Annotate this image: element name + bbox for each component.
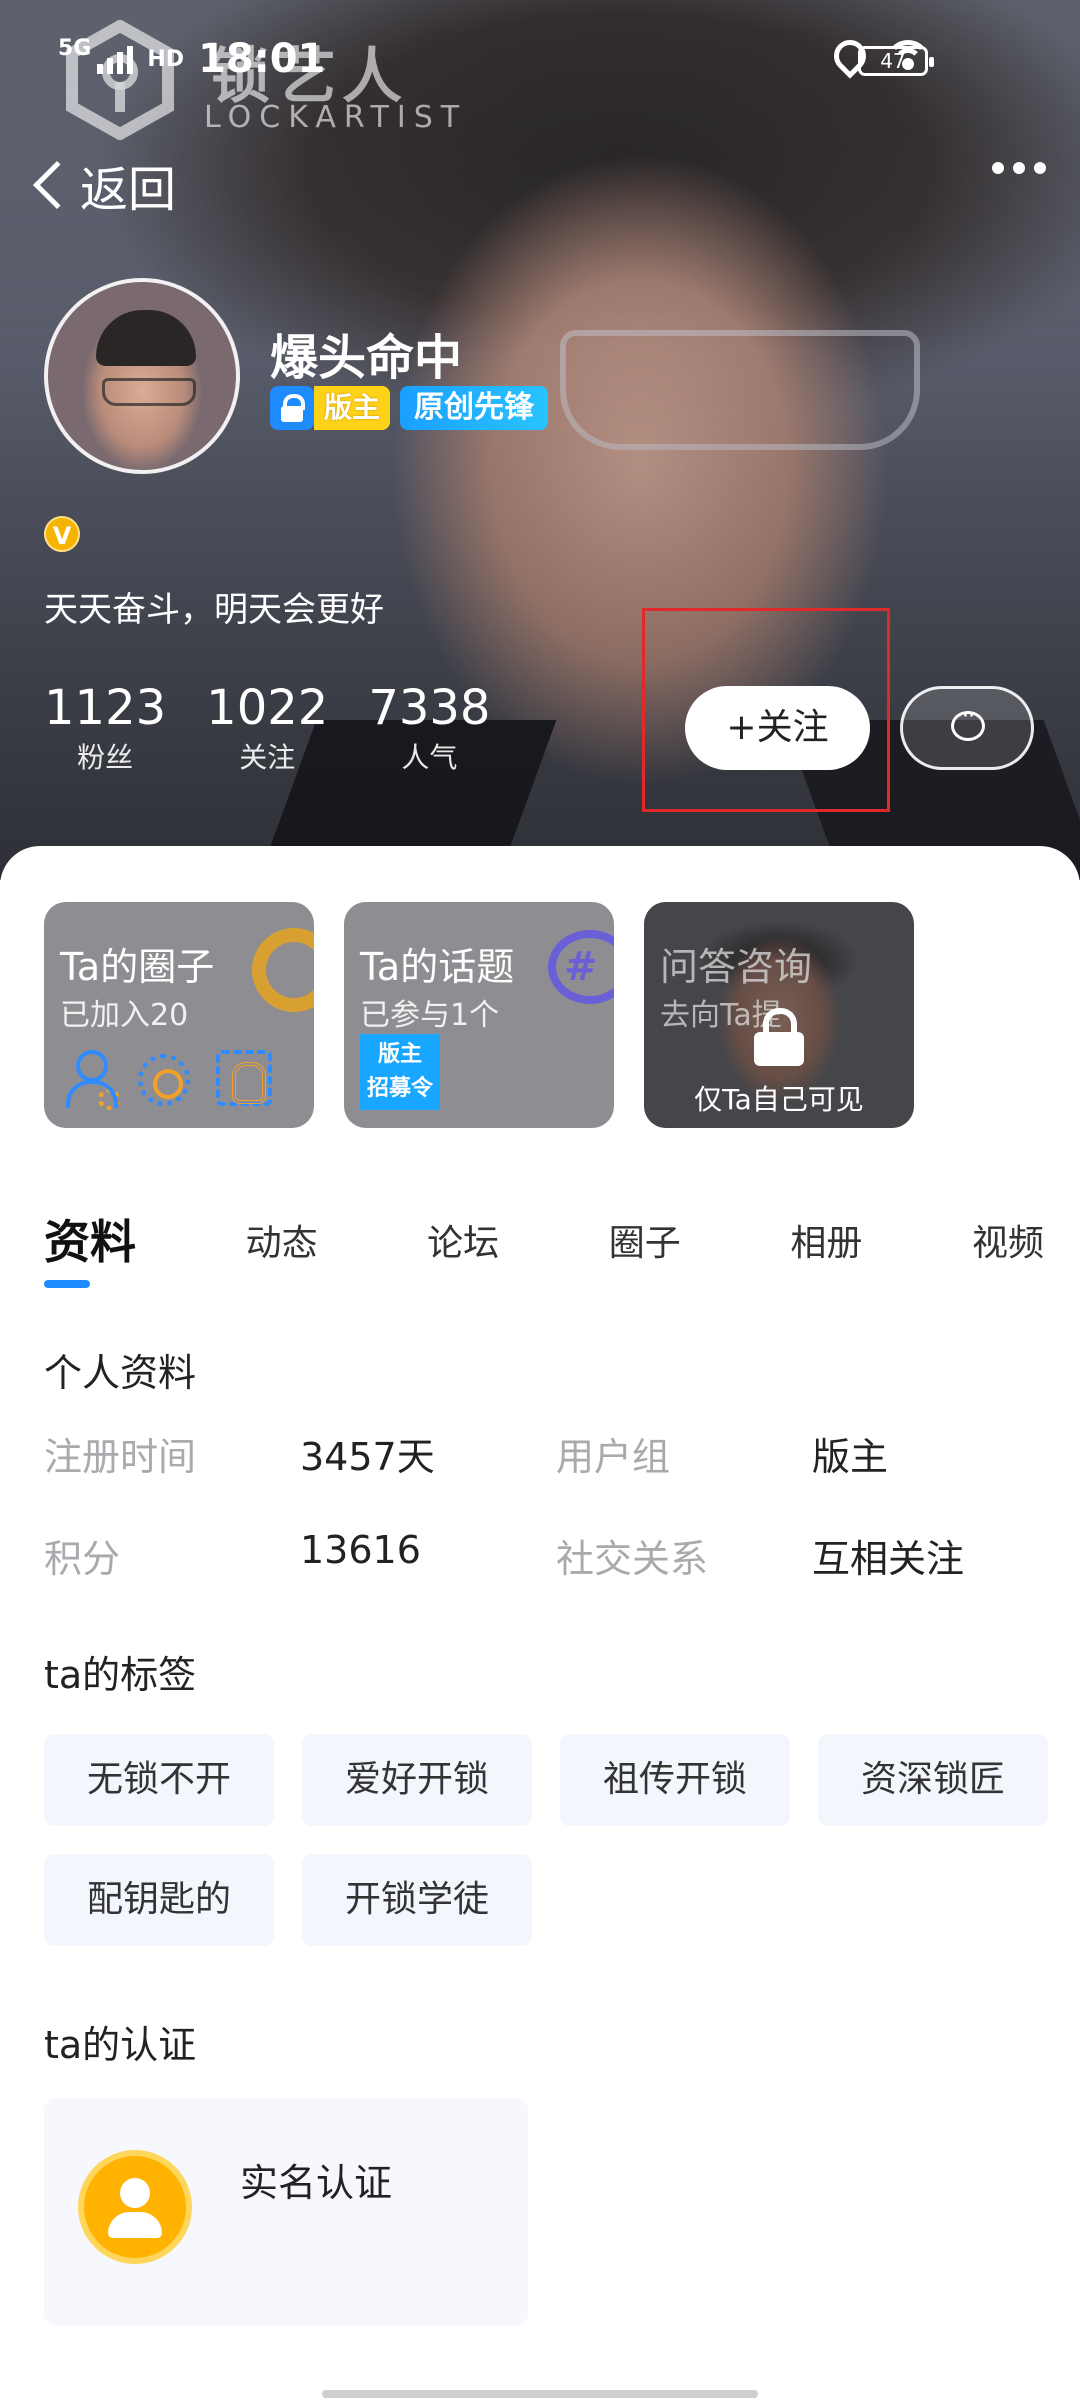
tag-item[interactable]: 无锁不开 [44, 1734, 274, 1826]
tab-video[interactable]: 视频 [972, 1214, 1044, 1294]
tab-album[interactable]: 相册 [790, 1214, 862, 1294]
chat-bubble-icon [951, 704, 985, 741]
card-qa-consult[interactable]: 问答咨询 去向Ta提 仅Ta自己可见 [644, 902, 914, 1128]
tab-forum[interactable]: 论坛 [427, 1214, 499, 1294]
user-group-key: 用户组 [556, 1435, 671, 1479]
status-bar: 5G HD 18:01 47 [0, 0, 1080, 110]
moderator-recruit-badge: 版主 招募令 [360, 1034, 440, 1110]
user-settings-icon [66, 1050, 120, 1110]
private-notice: 仅Ta自己可见 [694, 1083, 864, 1116]
real-name-cert-card[interactable]: 实名认证 [44, 2098, 528, 2326]
profile-stats: 1123 粉丝 1022 关注 7338 人气 [44, 680, 530, 776]
points-value: 13616 [300, 1528, 421, 1572]
verified-icon: V [44, 516, 80, 552]
reg-time-value: 3457天 [300, 1435, 435, 1479]
stat-following[interactable]: 1022 关注 [206, 680, 328, 776]
back-button[interactable]: 返回 [28, 150, 176, 220]
info-row: 注册时间 3457天 用户组 版主 [44, 1426, 1044, 1486]
user-signature: 天天奋斗，明天会更好 [44, 590, 384, 630]
fingerprint-icon [216, 1050, 272, 1106]
cert-title: ta的认证 [44, 2023, 197, 2067]
relation-value: 互相关注 [812, 1537, 965, 1581]
user-group-value: 版主 [812, 1435, 889, 1479]
more-options-button[interactable] [992, 162, 1046, 174]
home-indicator[interactable] [322, 2390, 758, 2398]
profile-tabs: 资料 动态 论坛 圈子 相册 视频 [44, 1206, 1044, 1286]
feature-cards: Ta的圈子 已加入20 # Ta的话题 已参与1个 版主 招募令 问答咨询 去向… [44, 902, 914, 1128]
tag-item[interactable]: 配钥匙的 [44, 1854, 274, 1946]
lock-badge-icon [270, 386, 314, 430]
active-tab-indicator [44, 1280, 90, 1288]
status-time: 18:01 [198, 36, 326, 82]
points-key: 积分 [44, 1537, 121, 1581]
profile-content-sheet: Ta的圈子 已加入20 # Ta的话题 已参与1个 版主 招募令 问答咨询 去向… [0, 846, 1080, 2408]
location-icon [832, 40, 858, 74]
hd-indicator: HD [147, 46, 185, 72]
personal-info-title: 个人资料 [44, 1351, 197, 1395]
tag-item[interactable]: 资深锁匠 [818, 1734, 1048, 1826]
back-label: 返回 [80, 162, 177, 218]
stat-popularity: 7338 人气 [368, 680, 491, 774]
message-button[interactable] [900, 686, 1034, 770]
info-row: 积分 13616 社交关系 互相关注 [44, 1528, 1044, 1588]
avatar[interactable] [44, 278, 240, 474]
user-badges: 版主 原创先锋 [270, 386, 549, 430]
battery-icon: 47 [858, 46, 934, 76]
network-type: 5G [58, 36, 92, 61]
signal-icon [97, 44, 134, 74]
card-ta-circle[interactable]: Ta的圈子 已加入20 [44, 902, 314, 1128]
lock-icon [752, 1008, 806, 1066]
card-ta-topic[interactable]: # Ta的话题 已参与1个 版主 招募令 [344, 902, 614, 1128]
tags-title: ta的标签 [44, 1653, 197, 1697]
stat-fans[interactable]: 1123 粉丝 [44, 680, 166, 776]
moderator-badge: 版主 [314, 386, 391, 430]
tag-item[interactable]: 祖传开锁 [560, 1734, 790, 1826]
username: 爆头命中 [270, 330, 463, 386]
more-dots-icon [992, 162, 1004, 174]
reg-time-key: 注册时间 [44, 1435, 197, 1479]
original-pioneer-badge: 原创先锋 [400, 386, 549, 430]
cert-label: 实名认证 [240, 2161, 393, 2205]
tab-profile-info[interactable]: 资料 [44, 1206, 136, 1286]
tab-activity[interactable]: 动态 [246, 1214, 318, 1294]
sun-icon [138, 1054, 190, 1106]
follow-button[interactable]: +关注 [685, 686, 870, 770]
tag-item[interactable]: 爱好开锁 [302, 1734, 532, 1826]
tab-circles[interactable]: 圈子 [609, 1214, 681, 1294]
tag-item[interactable]: 开锁学徒 [302, 1854, 532, 1946]
chevron-left-icon [32, 160, 82, 210]
person-icon [78, 2150, 192, 2264]
relation-key: 社交关系 [556, 1537, 709, 1581]
hashtag-bubble-icon: # [548, 930, 614, 1004]
ring-icon [252, 928, 314, 1012]
